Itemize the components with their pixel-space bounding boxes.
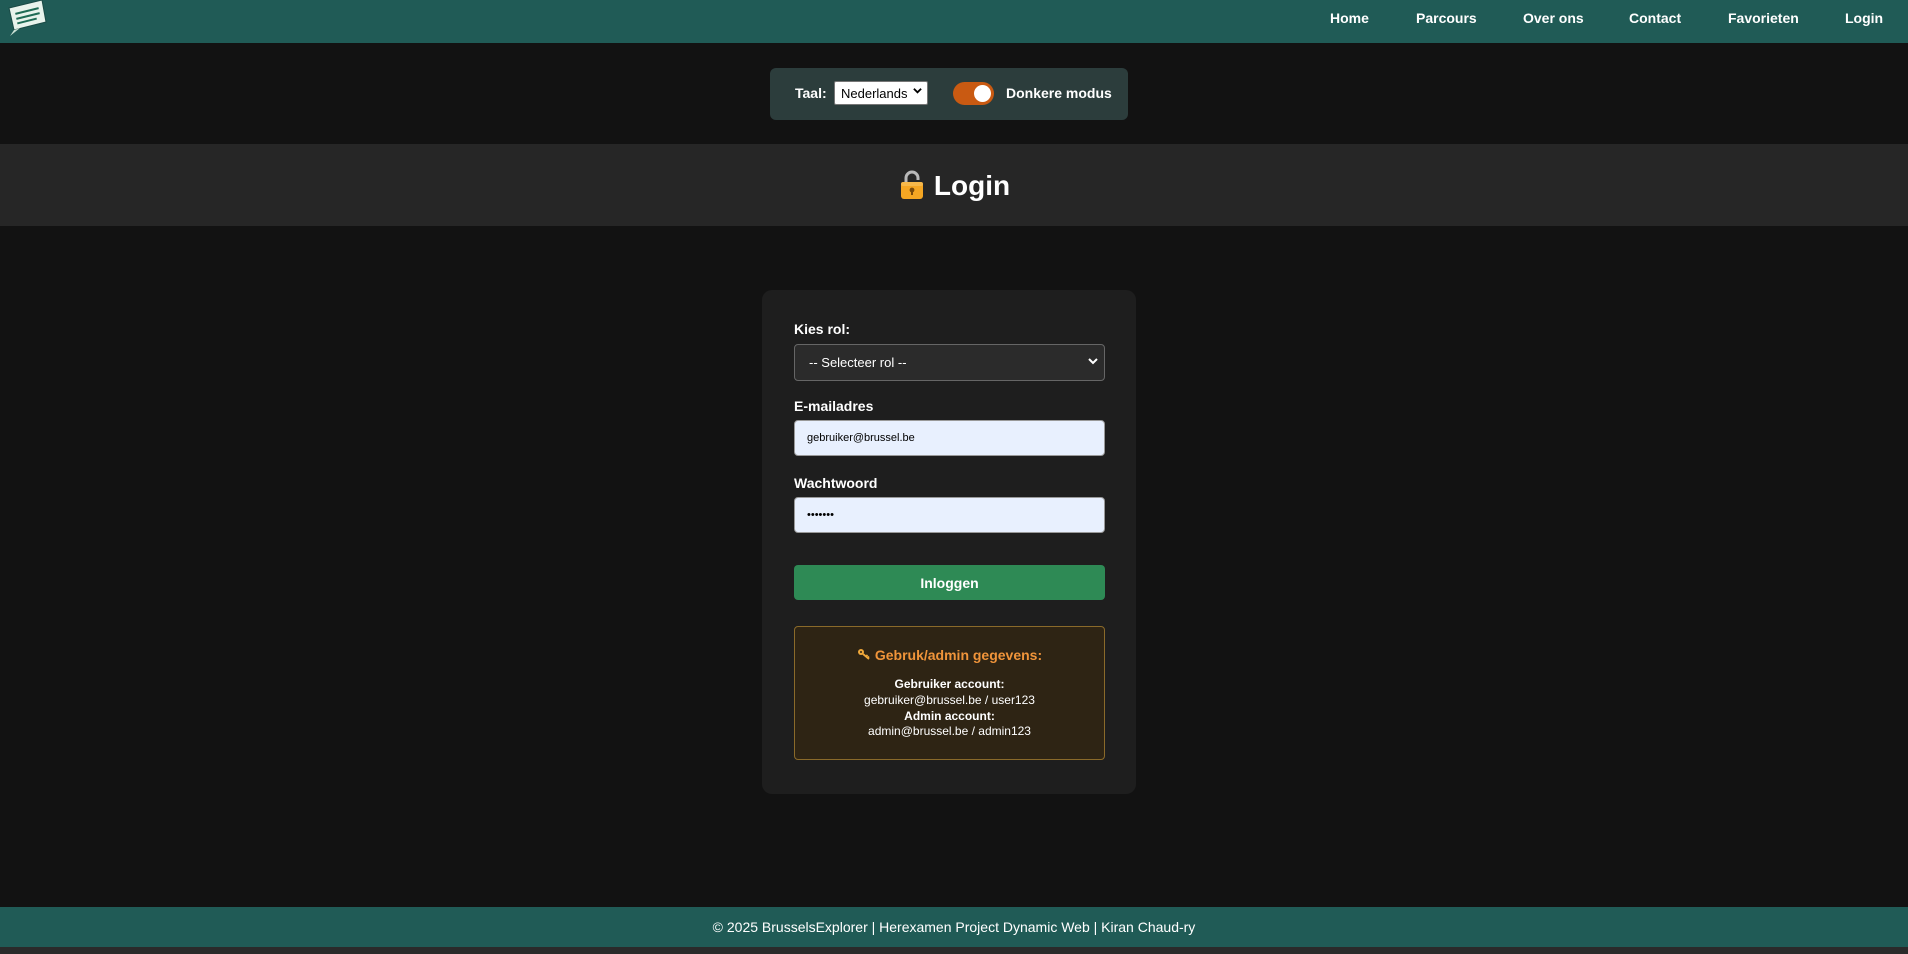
credentials-title-text: Gebruk/admin gegevens:: [874, 647, 1043, 663]
email-value: gebruiker@brussel.be: [807, 432, 915, 444]
chevron-down-icon: [913, 86, 922, 98]
key-icon: [857, 647, 871, 660]
email-field[interactable]: gebruiker@brussel.be: [794, 420, 1105, 456]
language-select[interactable]: Nederlands: [834, 81, 928, 105]
language-selected: Nederlands: [841, 85, 908, 101]
navbar: Home Parcours Over ons Contact Favoriete…: [0, 0, 1908, 43]
admin-account-value: admin@brussel.be / admin123: [868, 724, 1031, 738]
role-label: Kies rol:: [794, 321, 851, 337]
chevron-down-icon: [1088, 356, 1098, 369]
credentials-box: Gebruk/admin gegevens: Gebruiker account…: [794, 626, 1105, 760]
password-field[interactable]: •••••••: [794, 497, 1105, 533]
login-button[interactable]: Inloggen: [794, 565, 1105, 600]
settings-bar: Taal: Nederlands Donkere modus: [770, 68, 1128, 120]
user-account-heading: Gebruiker account:: [894, 677, 1005, 691]
nav-over-ons[interactable]: Over ons: [1523, 10, 1584, 26]
nav-login[interactable]: Login: [1845, 10, 1883, 26]
password-value: •••••••: [807, 509, 834, 521]
password-label: Wachtwoord: [794, 475, 878, 491]
login-card: Kies rol: -- Selecteer rol -- E-mailadre…: [762, 290, 1136, 794]
email-label: E-mailadres: [794, 398, 874, 414]
footer-text: © 2025 BrusselsExplorer | Herexamen Proj…: [712, 919, 1196, 935]
logo[interactable]: [6, 0, 48, 36]
language-label: Taal:: [795, 85, 827, 101]
credentials-title: Gebruk/admin gegevens:: [795, 647, 1104, 663]
nav-parcours[interactable]: Parcours: [1416, 10, 1477, 26]
nav-contact[interactable]: Contact: [1629, 10, 1681, 26]
lock-icon: [898, 170, 926, 200]
role-select[interactable]: -- Selecteer rol --: [794, 344, 1105, 381]
dark-mode-toggle[interactable]: [953, 82, 994, 105]
role-selected: -- Selecteer rol --: [809, 355, 907, 370]
page-title-text: Login: [933, 170, 1011, 201]
footer: © 2025 BrusselsExplorer | Herexamen Proj…: [0, 907, 1908, 947]
user-account-value: gebruiker@brussel.be / user123: [864, 693, 1035, 707]
nav-home[interactable]: Home: [1330, 10, 1369, 26]
dark-mode-label: Donkere modus: [1006, 85, 1112, 101]
toggle-knob: [974, 85, 991, 102]
bottom-strip: [0, 947, 1908, 954]
page-title: Login: [0, 170, 1908, 202]
admin-account-heading: Admin account:: [904, 709, 995, 723]
nav-favorieten[interactable]: Favorieten: [1728, 10, 1799, 26]
